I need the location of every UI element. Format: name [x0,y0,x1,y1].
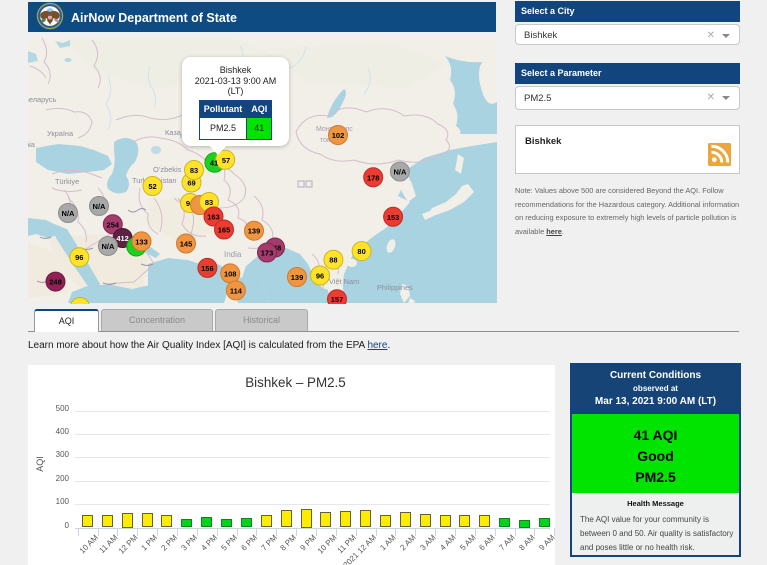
svg-text:Україна: Україна [47,129,74,138]
svg-text:83: 83 [205,198,213,207]
svg-text:96: 96 [316,272,324,281]
svg-text:O’zbekis: O’zbekis [153,165,182,174]
svg-text:N/A: N/A [393,168,407,177]
svg-text:102: 102 [332,131,345,140]
svg-text:96: 96 [75,253,83,262]
svg-text:254: 254 [107,220,120,229]
svg-text:Philippines: Philippines [377,283,413,292]
svg-text:412: 412 [116,234,129,243]
svg-text:nia: nia [28,140,36,149]
svg-text:52: 52 [148,182,156,191]
svg-text:178: 178 [367,173,380,182]
svg-text:139: 139 [248,227,261,236]
svg-text:N/A: N/A [93,202,107,211]
svg-text:153: 153 [387,213,400,222]
svg-text:133: 133 [135,237,148,246]
svg-text:80: 80 [357,247,365,256]
svg-text:N/A: N/A [101,242,115,251]
svg-text:108: 108 [224,269,237,278]
svg-text:India: India [224,250,242,259]
svg-text:Каза: Каза [165,128,182,137]
svg-text:N/A: N/A [62,209,76,218]
svg-text:88: 88 [329,256,337,265]
svg-text:165: 165 [218,226,231,235]
svg-text:145: 145 [180,240,193,249]
svg-text:156: 156 [201,264,214,273]
svg-text:57: 57 [222,156,230,165]
svg-text:163: 163 [207,213,220,222]
svg-text:139: 139 [291,273,304,282]
svg-text:Việt Nam: Việt Nam [329,277,359,286]
svg-text:248: 248 [49,278,62,287]
svg-text:41: 41 [210,159,218,168]
svg-text:Беларусь: Беларусь [28,95,56,104]
svg-text:157: 157 [331,295,344,304]
svg-text:83: 83 [190,166,198,175]
svg-text:Türkiye: Türkiye [55,177,79,186]
svg-text:173: 173 [261,249,274,258]
svg-text:114: 114 [230,286,243,295]
